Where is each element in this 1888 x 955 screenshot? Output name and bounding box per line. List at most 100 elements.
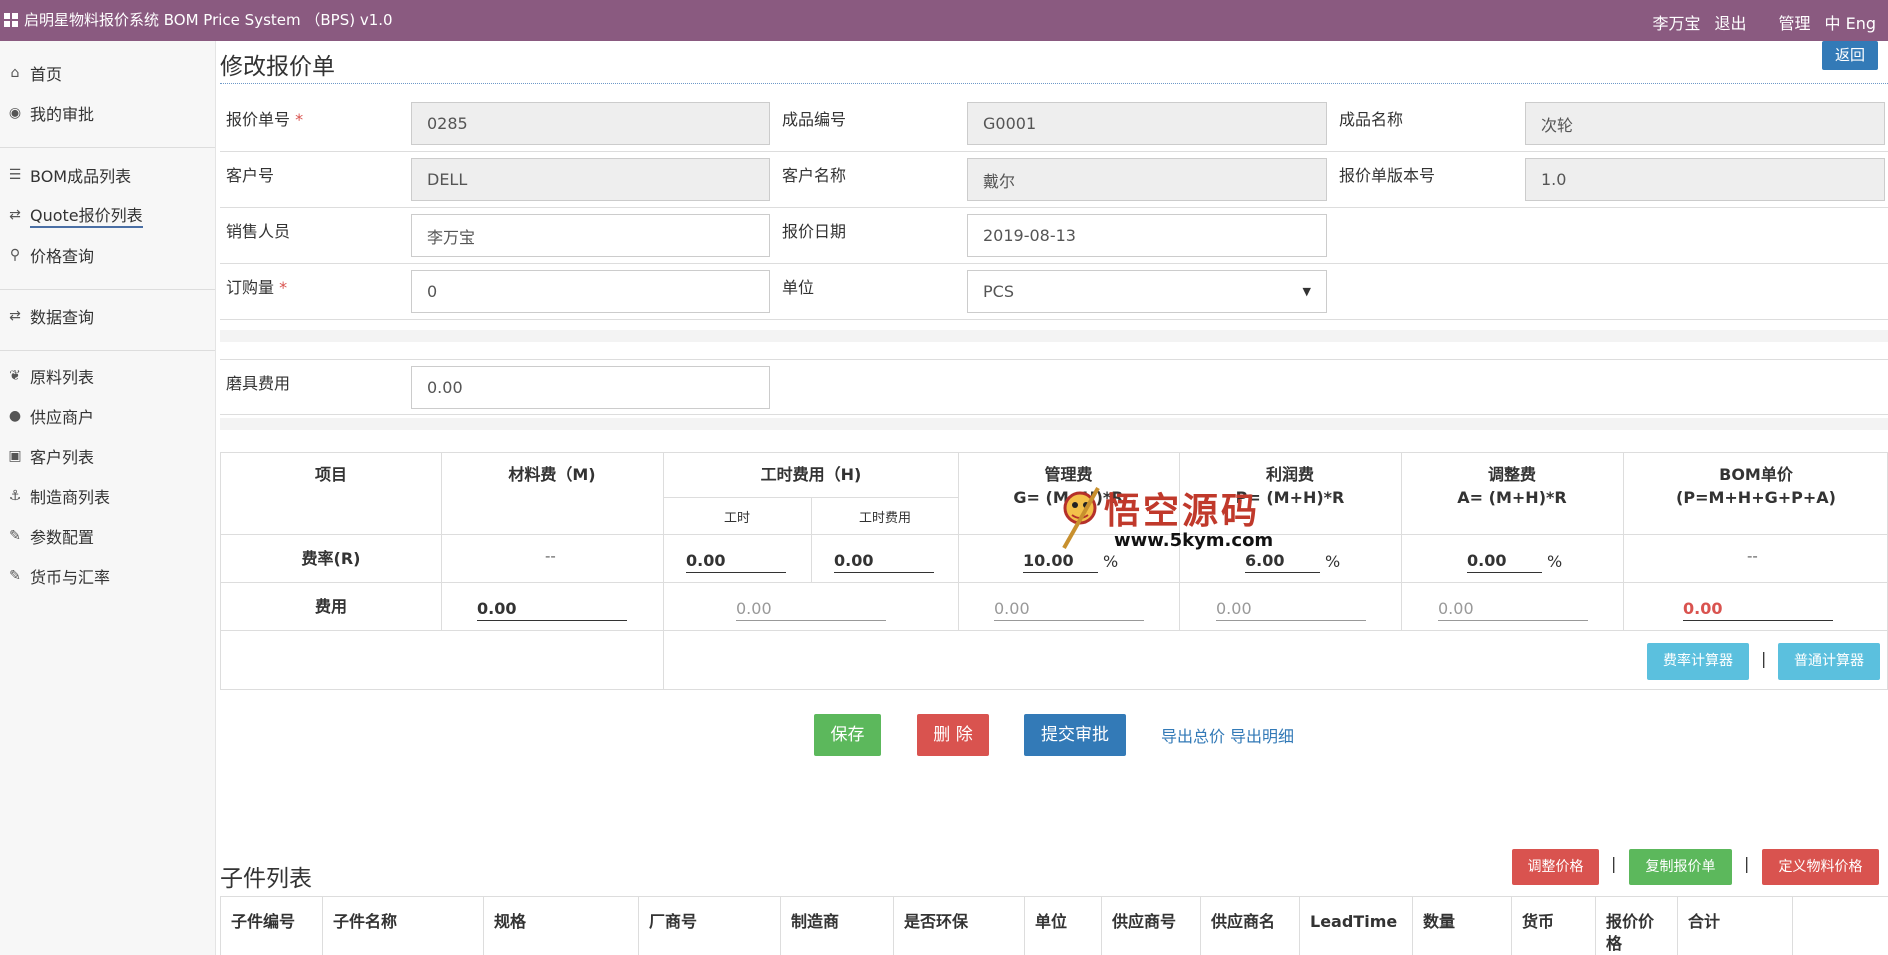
bom-unit-price-value: 0.00: [1683, 599, 1833, 621]
child-table-header: 子件编号 子件名称 规格 厂商号 制造商 是否环保 单位 供应商号 供应商名 L…: [220, 896, 1888, 955]
profit-fee-input[interactable]: 0.00: [1216, 599, 1366, 621]
cell-border: [221, 534, 1887, 535]
version-field[interactable]: 1.0: [1525, 158, 1885, 201]
product-no-field[interactable]: G0001: [967, 102, 1327, 145]
section-spacer: [220, 330, 1888, 342]
watermark-url: www.5kym.com: [1114, 530, 1274, 551]
material-rate-empty: --: [545, 547, 556, 565]
labor-fee-input[interactable]: 0.00: [736, 599, 886, 621]
top-navbar: 启明星物料报价系统 BOM Price System （BPS) v1.0 李万…: [0, 0, 1888, 41]
submit-approval-button[interactable]: 提交审批: [1024, 714, 1126, 756]
profit-rate-input[interactable]: 6.00: [1245, 551, 1320, 573]
rate-calculator-button[interactable]: 费率计算器: [1647, 643, 1749, 680]
retweet-icon: ⇄: [9, 207, 21, 223]
customer-name-label: 客户名称: [782, 166, 847, 185]
tooling-label: 磨具费用: [226, 374, 291, 393]
customer-no-field[interactable]: DELL: [411, 158, 770, 201]
unit-selected-value: PCS: [983, 282, 1014, 301]
labor-fee-rate-input[interactable]: 0.00: [834, 551, 934, 573]
management-rate-input[interactable]: 10.00: [1023, 551, 1098, 573]
sidebar-item-manufacturers[interactable]: ⚓ 制造商列表: [0, 481, 215, 511]
unit-select[interactable]: PCS ▼: [967, 270, 1327, 313]
col-quote-price[interactable]: 报价价格: [1596, 897, 1678, 955]
separator: |: [1761, 649, 1767, 668]
tooling-input[interactable]: 0.00: [411, 366, 770, 409]
sidebar-item-materials[interactable]: ❦ 原料列表: [0, 361, 215, 391]
sidebar: ⌂ 首页 ◉ 我的审批 ☰ BOM成品列表 ⇄ Quote报价列表 ⚲ 价格查询 ⇄ 数据查…: [0, 41, 216, 955]
sidebar-item-my-approvals[interactable]: ◉ 我的审批: [0, 98, 215, 128]
adjust-price-button[interactable]: 调整价格: [1512, 849, 1599, 885]
separator: |: [1744, 854, 1750, 873]
col-supplier-no[interactable]: 供应商号: [1102, 897, 1201, 955]
header-bom-price: BOM单价 (P=M+H+G+P+A): [1676, 465, 1836, 507]
back-button[interactable]: 返回: [1822, 41, 1878, 70]
customer-name-field[interactable]: 戴尔: [967, 158, 1327, 201]
col-eco[interactable]: 是否环保: [894, 897, 1025, 955]
col-leadtime[interactable]: LeadTime: [1300, 897, 1413, 955]
header-labor-hours: 工时: [723, 511, 750, 526]
col-vendor-no[interactable]: 厂商号: [639, 897, 781, 955]
app-brand[interactable]: 启明星物料报价系统 BOM Price System （BPS) v1.0: [4, 9, 393, 30]
normal-calculator-button[interactable]: 普通计算器: [1778, 643, 1880, 680]
cell-border: [663, 497, 959, 498]
bom-rate-empty: --: [1747, 547, 1758, 565]
col-unit[interactable]: 单位: [1025, 897, 1102, 955]
export-detail-link[interactable]: 导出明细: [1230, 723, 1294, 747]
header-labor-fee: 工时费用: [858, 511, 911, 526]
sidebar-item-customers[interactable]: ▣ 客户列表: [0, 441, 215, 471]
anchor-icon: ⚓: [8, 488, 22, 504]
col-child-name[interactable]: 子件名称: [323, 897, 484, 955]
col-currency[interactable]: 货币: [1512, 897, 1596, 955]
quote-no-label: 报价单号 *: [226, 110, 304, 129]
sidebar-item-quote-list[interactable]: ⇄ Quote报价列表: [0, 200, 215, 230]
export-total-link[interactable]: 导出总价: [1161, 723, 1225, 747]
save-button[interactable]: 保存: [814, 714, 881, 756]
delete-button[interactable]: 删 除: [917, 714, 989, 756]
col-total[interactable]: 合计: [1678, 897, 1793, 955]
product-no-label: 成品编号: [782, 110, 847, 129]
form-row: 销售人员 李万宝 报价日期 2019-08-13: [220, 208, 1888, 264]
sidebar-item-data-query[interactable]: ⇄ 数据查询: [0, 301, 215, 331]
adjust-rate-input[interactable]: 0.00: [1467, 551, 1542, 573]
cost-table: 项目 材料费（M) 工时费用（H) 工时 工时费用 管理费G= (M+H)*R …: [220, 452, 1888, 690]
wrench-icon: ✎: [9, 528, 21, 544]
order-qty-input[interactable]: 0: [411, 270, 770, 313]
quote-date-label: 报价日期: [782, 222, 847, 241]
monkey-logo-icon: [1062, 487, 1100, 549]
material-fee-input[interactable]: 0.00: [477, 599, 627, 621]
col-quantity[interactable]: 数量: [1413, 897, 1512, 955]
language-switch[interactable]: 中 Eng: [1825, 10, 1877, 34]
customer-no-label: 客户号: [226, 166, 275, 185]
adjust-fee-input[interactable]: 0.00: [1438, 599, 1588, 621]
home-icon: ⌂: [10, 65, 20, 81]
quote-date-input[interactable]: 2019-08-13: [967, 214, 1327, 257]
header-material: 材料费（M): [508, 465, 596, 484]
col-supplier-name[interactable]: 供应商名: [1201, 897, 1300, 955]
logout-link[interactable]: 退出: [1714, 10, 1746, 34]
sidebar-item-price-query[interactable]: ⚲ 价格查询: [0, 240, 215, 270]
title-divider: [220, 83, 1888, 84]
management-fee-input[interactable]: 0.00: [994, 599, 1144, 621]
col-child-no[interactable]: 子件编号: [221, 897, 323, 955]
child-list-title: 子件列表: [220, 866, 312, 892]
sidebar-item-currency[interactable]: ✎ 货币与汇率: [0, 561, 215, 591]
current-user[interactable]: 李万宝: [1652, 10, 1700, 34]
order-qty-label: 订购量 *: [226, 278, 288, 297]
header-item: 项目: [314, 465, 347, 484]
sidebar-divider: [0, 350, 215, 351]
labor-hours-rate-input[interactable]: 0.00: [686, 551, 786, 573]
sidebar-item-home[interactable]: ⌂ 首页: [0, 58, 215, 88]
wrench-icon: ✎: [9, 568, 21, 584]
copy-quote-button[interactable]: 复制报价单: [1629, 849, 1732, 885]
sidebar-item-settings[interactable]: ✎ 参数配置: [0, 521, 215, 551]
sidebar-item-bom-list[interactable]: ☰ BOM成品列表: [0, 160, 215, 190]
sidebar-item-suppliers[interactable]: ● 供应商户: [0, 401, 215, 431]
sales-input[interactable]: 李万宝: [411, 214, 770, 257]
col-manufacturer[interactable]: 制造商: [781, 897, 894, 955]
define-material-price-button[interactable]: 定义物料价格: [1762, 849, 1879, 885]
quote-no-field[interactable]: 0285: [411, 102, 770, 145]
col-spec[interactable]: 规格: [484, 897, 639, 955]
admin-link[interactable]: 管理: [1778, 10, 1810, 34]
search-icon: ⚲: [9, 247, 21, 263]
product-name-field[interactable]: 次轮: [1525, 102, 1885, 145]
